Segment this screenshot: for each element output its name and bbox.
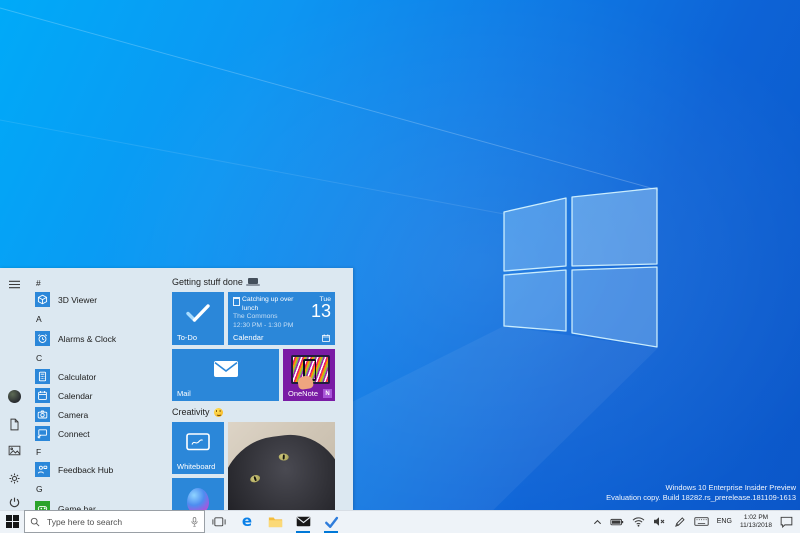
task-view-button[interactable] (205, 510, 233, 533)
volume-tray-button[interactable] (649, 510, 670, 533)
file-explorer-button[interactable] (261, 510, 289, 533)
event-location: The Commons (233, 313, 278, 320)
mail-taskbar-button[interactable] (289, 510, 317, 533)
alarm-clock-icon (35, 331, 50, 346)
edge-browser-icon: e (241, 512, 253, 530)
app-item-alarms-clock[interactable]: Alarms & Clock (28, 329, 168, 348)
action-center-button[interactable] (776, 510, 797, 533)
taskbar-app-icons: e (205, 510, 345, 533)
language-indicator[interactable]: ENG (713, 510, 736, 533)
gamepad-icon (35, 501, 50, 510)
settings-gear-icon[interactable] (6, 470, 22, 486)
time: 1:02 PM (743, 513, 769, 521)
todo-checkmark-icon (172, 292, 224, 333)
touch-keyboard-tray-button[interactable] (690, 510, 713, 533)
calendar-tile-label: Calendar (233, 333, 264, 342)
windows-ink-tray-button[interactable] (670, 510, 690, 533)
edge-button[interactable]: e (233, 510, 261, 533)
event-title: Catching up over lunch (242, 296, 294, 312)
tile-balloon-app[interactable] (172, 478, 224, 510)
wifi-icon (632, 517, 645, 527)
tile-group-title-creativity[interactable]: Creativity (172, 407, 223, 417)
feedback-person-icon (35, 462, 50, 477)
3d-viewer-cube-icon (35, 292, 50, 307)
chevron-up-icon (593, 519, 601, 524)
pictures-icon[interactable] (6, 442, 22, 458)
app-section-header[interactable]: # (28, 276, 168, 290)
tile-photos-cat[interactable] (228, 422, 335, 510)
microphone-icon[interactable] (190, 516, 199, 528)
watermark-line2: Evaluation copy. Build 18282.rs_prerelea… (606, 493, 796, 502)
tile-calendar[interactable]: Catching up over lunch The Commons 12:30… (228, 292, 335, 345)
insider-watermark: Windows 10 Enterprise Insider Preview Ev… (606, 483, 796, 503)
app-item-feedback-hub[interactable]: Feedback Hub (28, 460, 168, 479)
start-app-list: # 3D Viewer A Alarms & Clock C Calculato… (28, 276, 168, 510)
documents-icon[interactable] (6, 416, 22, 432)
to-do-taskbar-button[interactable] (317, 510, 345, 533)
watermark-line1: Windows 10 Enterprise Insider Preview (665, 483, 796, 492)
camera-icon (35, 407, 50, 422)
pen-icon (674, 516, 685, 527)
network-tray-button[interactable] (628, 510, 649, 533)
smiley-emoji (213, 407, 223, 417)
mini-calendar-icon (322, 334, 330, 342)
system-tray: ENG 1:02 PM 11/13/2018 (589, 510, 800, 533)
power-icon[interactable] (6, 494, 22, 510)
calendar-date: 13 (310, 301, 331, 321)
volume-muted-icon (653, 517, 665, 526)
laptop-emoji (245, 278, 260, 286)
taskbar-search-box[interactable] (24, 510, 205, 533)
app-item-camera[interactable]: Camera (28, 405, 168, 424)
notification-bubble-icon (780, 516, 793, 528)
event-time: 12:30 PM - 1:30 PM (233, 321, 294, 329)
cat-photo (228, 428, 335, 510)
app-item-connect[interactable]: Connect (28, 424, 168, 443)
start-menu-rail (0, 268, 28, 510)
tile-group-title-getting-stuff-done[interactable]: Getting stuff done (172, 277, 260, 287)
app-section-header[interactable]: C (28, 348, 168, 367)
event-icon (233, 297, 240, 306)
start-menu: # 3D Viewer A Alarms & Clock C Calculato… (0, 268, 353, 510)
app-item-3d-viewer[interactable]: 3D Viewer (28, 290, 168, 309)
file-explorer-folder-icon (268, 516, 282, 527)
taskbar: e (0, 510, 800, 533)
app-item-game-bar[interactable]: Game bar (28, 499, 168, 510)
desktop-screen: Windows 10 Enterprise Insider Preview Ev… (0, 0, 800, 533)
app-item-calendar[interactable]: Calendar (28, 386, 168, 405)
app-section-header[interactable]: G (28, 479, 168, 499)
balloon-gradient-icon (172, 478, 224, 510)
task-view-icon (212, 516, 226, 526)
user-avatar[interactable] (6, 388, 22, 404)
mail-icon (296, 516, 310, 527)
battery-tray-button[interactable] (606, 510, 628, 533)
hand-art (297, 374, 314, 391)
app-section-header[interactable]: A (28, 309, 168, 329)
mail-envelope-icon (172, 349, 279, 389)
windows-logo-icon (5, 515, 19, 528)
hamburger-menu-icon[interactable] (6, 276, 22, 292)
app-section-header[interactable]: F (28, 443, 168, 460)
date: 11/13/2018 (739, 521, 772, 529)
start-button[interactable] (0, 510, 24, 533)
onenote-logo-badge: N (323, 389, 332, 398)
clock[interactable]: 1:02 PM 11/13/2018 (736, 514, 776, 530)
touch-keyboard-icon (694, 517, 709, 526)
battery-icon (610, 518, 623, 525)
tile-whiteboard[interactable]: Whiteboard (172, 422, 224, 474)
calendar-icon (35, 388, 50, 403)
tile-to-do[interactable]: To-Do (172, 292, 224, 345)
tile-mail[interactable]: Mail (172, 349, 279, 401)
connect-screen-icon (35, 426, 50, 441)
whiteboard-icon (172, 422, 224, 462)
app-item-calculator[interactable]: Calculator (28, 367, 168, 386)
to-do-check-icon (324, 516, 338, 528)
tile-onenote[interactable]: OneNote N (283, 349, 335, 401)
search-input[interactable] (45, 515, 185, 528)
search-magnifier-icon (30, 517, 40, 526)
hidden-icons-chevron[interactable] (589, 510, 606, 533)
calculator-icon (35, 369, 50, 384)
avatar-image (7, 389, 21, 403)
